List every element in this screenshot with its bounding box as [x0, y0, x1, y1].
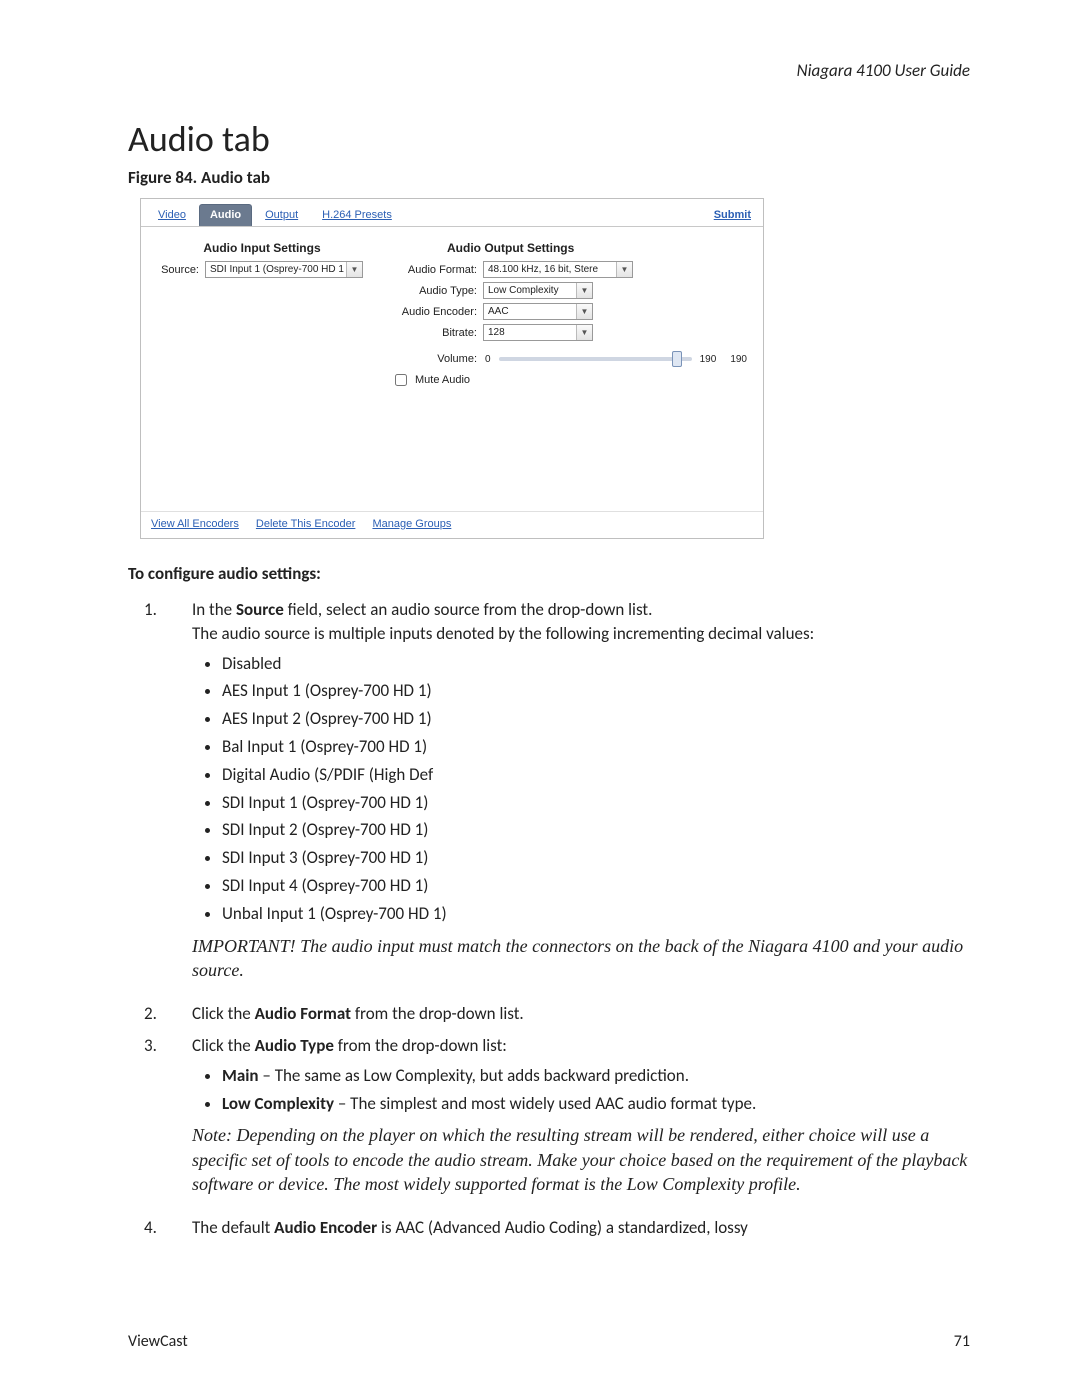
slider-thumb-icon[interactable]	[672, 351, 682, 367]
output-settings-title: Audio Output Settings	[387, 241, 747, 255]
list-item: AES Input 2 (Osprey-700 HD 1)	[222, 707, 970, 731]
footer-left: ViewCast	[128, 1332, 188, 1351]
format-value: 48.100 kHz, 16 bit, Stere	[488, 264, 616, 275]
mute-label: Mute Audio	[415, 374, 470, 386]
volume-max: 190	[730, 354, 747, 365]
list-item: Main – The same as Low Complexity, but a…	[222, 1064, 970, 1088]
type-low-text: – The simplest and most widely used AAC …	[334, 1093, 756, 1114]
list-item: Digital Audio (S/PDIF (High Def	[222, 763, 970, 787]
panel-footer: View All Encoders Delete This Encoder Ma…	[141, 511, 763, 538]
step2-text2: from the drop-down list.	[351, 1003, 524, 1024]
encoder-dropdown[interactable]: AAC ▼	[483, 303, 593, 320]
volume-slider[interactable]	[499, 357, 692, 361]
list-item: Disabled	[222, 652, 970, 676]
step3-text2: from the drop-down list:	[334, 1035, 507, 1056]
encoder-value: AAC	[488, 306, 576, 317]
section-title: Audio tab	[128, 117, 970, 161]
source-label: Source:	[157, 264, 199, 276]
step4-text: The default	[192, 1217, 274, 1238]
sources-list: Disabled AES Input 1 (Osprey-700 HD 1) A…	[192, 652, 970, 926]
list-item: Low Complexity – The simplest and most w…	[222, 1092, 970, 1116]
step-number: 2.	[128, 1002, 192, 1026]
configure-heading: To configure audio settings:	[128, 563, 970, 584]
chevron-down-icon: ▼	[576, 325, 592, 340]
format-label: Audio Format:	[387, 264, 477, 276]
chevron-down-icon: ▼	[576, 304, 592, 319]
link-manage-groups[interactable]: Manage Groups	[372, 518, 451, 530]
link-view-all-encoders[interactable]: View All Encoders	[151, 518, 239, 530]
tab-bar: Video Audio Output H.264 Presets Submit	[141, 199, 763, 227]
chevron-down-icon: ▼	[346, 262, 362, 277]
step1-bold: Source	[236, 599, 284, 620]
volume-label: Volume:	[387, 353, 477, 365]
step2-text: Click the	[192, 1003, 255, 1024]
type-low-bold: Low Complexity	[222, 1093, 334, 1114]
type-dropdown[interactable]: Low Complexity ▼	[483, 282, 593, 299]
input-settings-title: Audio Input Settings	[157, 241, 367, 255]
type-label: Audio Type:	[387, 285, 477, 297]
step1-line2: The audio source is multiple inputs deno…	[192, 622, 970, 646]
step3-text: Click the	[192, 1035, 255, 1056]
bitrate-value: 128	[488, 327, 576, 338]
note-text: Note: Depending on the player on which t…	[192, 1123, 970, 1196]
list-item: SDI Input 4 (Osprey-700 HD 1)	[222, 874, 970, 898]
list-item: AES Input 1 (Osprey-700 HD 1)	[222, 679, 970, 703]
chevron-down-icon: ▼	[576, 283, 592, 298]
type-main-text: – The same as Low Complexity, but adds b…	[259, 1065, 689, 1086]
tab-audio[interactable]: Audio	[199, 204, 252, 226]
link-delete-this-encoder[interactable]: Delete This Encoder	[256, 518, 355, 530]
step-number: 3.	[128, 1034, 192, 1208]
submit-link[interactable]: Submit	[714, 209, 757, 221]
mute-checkbox[interactable]	[395, 374, 407, 386]
type-main-bold: Main	[222, 1065, 259, 1086]
format-dropdown[interactable]: 48.100 kHz, 16 bit, Stere ▼	[483, 261, 633, 278]
step-number: 1.	[128, 598, 192, 994]
step4-bold: Audio Encoder	[274, 1217, 377, 1238]
step1-text2: field, select an audio source from the d…	[284, 599, 653, 620]
list-item: Bal Input 1 (Osprey-700 HD 1)	[222, 735, 970, 759]
tab-h264-presets[interactable]: H.264 Presets	[311, 204, 403, 226]
list-item: SDI Input 1 (Osprey-700 HD 1)	[222, 791, 970, 815]
important-note: IMPORTANT! The audio input must match th…	[192, 934, 970, 983]
type-value: Low Complexity	[488, 285, 576, 296]
step-number: 4.	[128, 1216, 192, 1240]
volume-near-max: 190	[700, 354, 717, 365]
running-header: Niagara 4100 User Guide	[128, 60, 970, 81]
figure-audio-tab: Video Audio Output H.264 Presets Submit …	[140, 198, 764, 539]
encoder-label: Audio Encoder:	[387, 306, 477, 318]
tab-output[interactable]: Output	[254, 204, 309, 226]
source-value: SDI Input 1 (Osprey-700 HD 1	[210, 264, 346, 275]
tab-video[interactable]: Video	[147, 204, 197, 226]
chevron-down-icon: ▼	[616, 262, 632, 277]
volume-min: 0	[485, 354, 491, 365]
step1-text: In the	[192, 599, 236, 620]
list-item: SDI Input 3 (Osprey-700 HD 1)	[222, 846, 970, 870]
step4-text2: is AAC (Advanced Audio Coding) a standar…	[377, 1217, 748, 1238]
figure-caption: Figure 84. Audio tab	[128, 167, 970, 188]
source-dropdown[interactable]: SDI Input 1 (Osprey-700 HD 1 ▼	[205, 261, 363, 278]
list-item: SDI Input 2 (Osprey-700 HD 1)	[222, 818, 970, 842]
list-item: Unbal Input 1 (Osprey-700 HD 1)	[222, 902, 970, 926]
step3-bold: Audio Type	[255, 1035, 334, 1056]
footer-page-number: 71	[954, 1332, 970, 1351]
bitrate-label: Bitrate:	[387, 327, 477, 339]
step2-bold: Audio Format	[255, 1003, 351, 1024]
bitrate-dropdown[interactable]: 128 ▼	[483, 324, 593, 341]
